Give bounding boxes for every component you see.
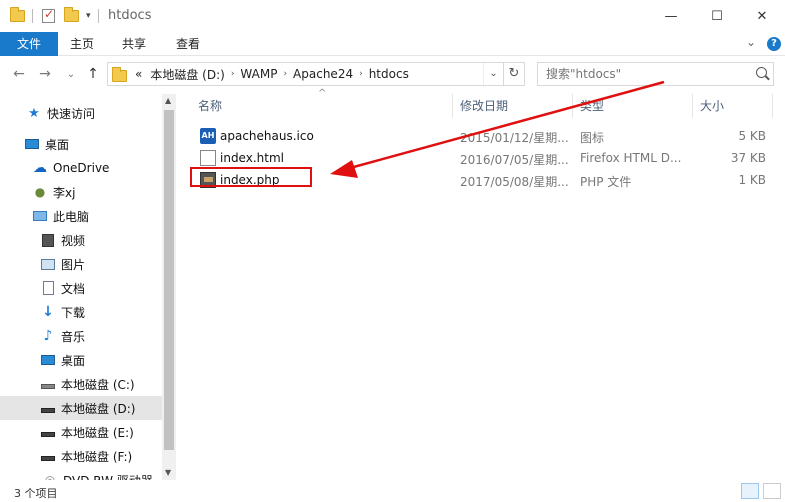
status-bar: 3 个项目 (0, 480, 785, 502)
details-view-button[interactable] (741, 483, 759, 499)
large-icons-view-button[interactable] (763, 483, 781, 499)
annotation-arrow (330, 80, 665, 178)
item-count: 3 个项目 (14, 487, 58, 500)
